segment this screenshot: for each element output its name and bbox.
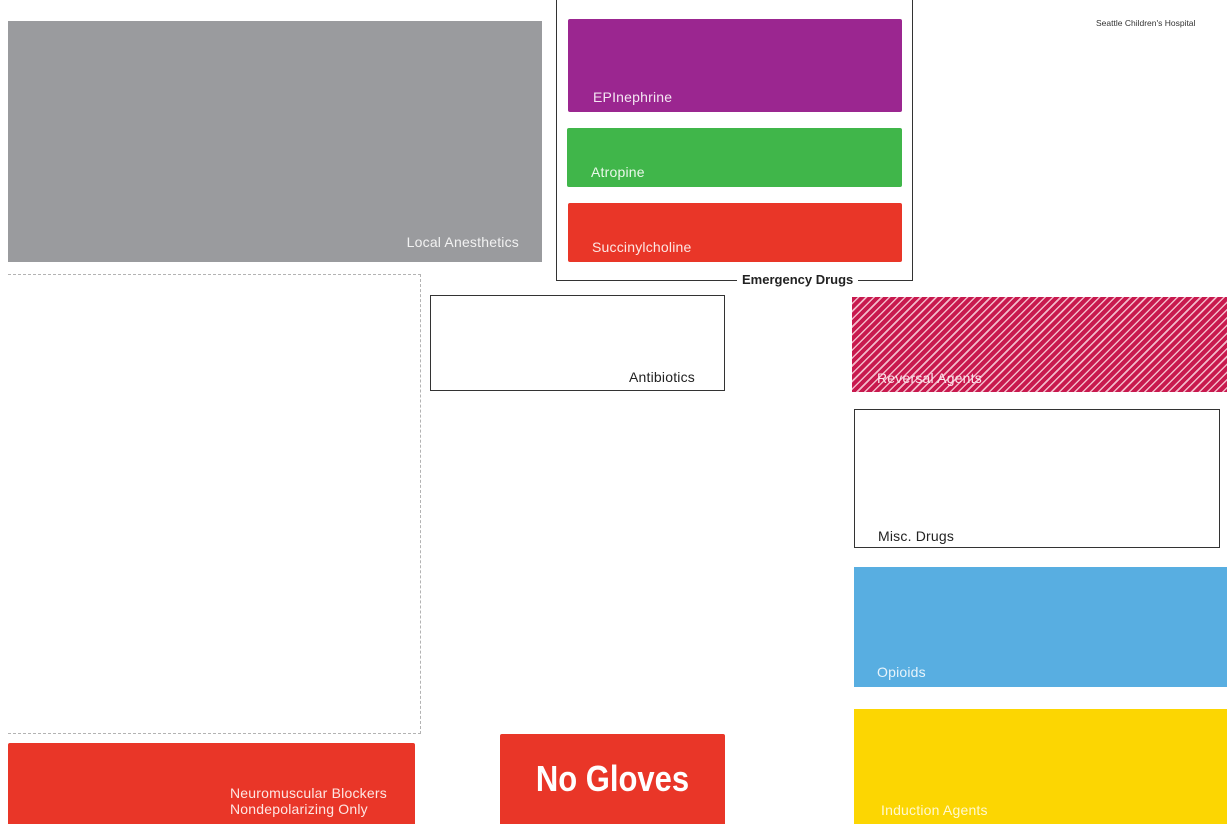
antibiotics-zone: Antibiotics	[430, 295, 725, 391]
epinephrine-zone: EPInephrine	[568, 19, 902, 112]
reversal-agents-zone: Reversal Agents	[852, 297, 1227, 392]
local-anesthetics-label: Local Anesthetics	[406, 234, 519, 250]
emergency-drugs-label: Emergency Drugs	[737, 272, 859, 287]
neuromuscular-blockers-line2: Nondepolarizing Only	[230, 801, 368, 817]
misc-drugs-zone: Misc. Drugs	[854, 409, 1220, 548]
no-gloves-label: No Gloves	[535, 758, 690, 799]
succinylcholine-label: Succinylcholine	[592, 239, 692, 255]
neuromuscular-blockers-line1: Neuromuscular Blockers	[230, 785, 387, 801]
induction-agents-zone: Induction Agents	[854, 709, 1227, 824]
succinylcholine-zone: Succinylcholine	[568, 203, 902, 262]
opioids-label: Opioids	[877, 664, 926, 680]
neuromuscular-blockers-zone: Neuromuscular Blockers Nondepolarizing O…	[8, 743, 415, 824]
unassigned-dashed-zone	[8, 274, 421, 734]
neuromuscular-blockers-label: Neuromuscular Blockers Nondepolarizing O…	[230, 785, 387, 817]
opioids-zone: Opioids	[854, 567, 1227, 687]
hospital-name: Seattle Children's Hospital	[1096, 18, 1196, 28]
atropine-label: Atropine	[591, 164, 645, 180]
atropine-zone: Atropine	[567, 128, 902, 187]
local-anesthetics-zone: Local Anesthetics	[8, 21, 542, 262]
epinephrine-label: EPInephrine	[593, 89, 673, 105]
induction-agents-label: Induction Agents	[881, 802, 988, 818]
no-gloves-sign: No Gloves	[500, 734, 725, 824]
reversal-agents-label: Reversal Agents	[877, 370, 982, 386]
misc-drugs-label: Misc. Drugs	[878, 528, 955, 544]
antibiotics-label: Antibiotics	[628, 369, 695, 385]
